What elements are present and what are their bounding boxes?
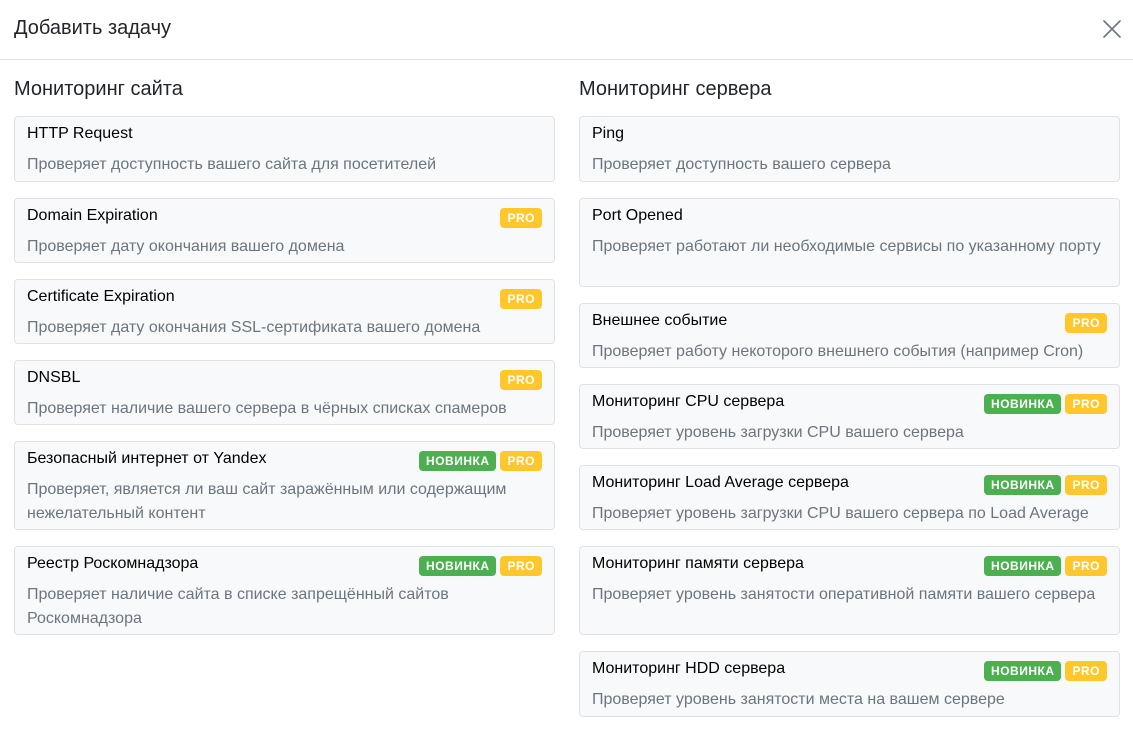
task-description: Проверяет работают ли необходимые сервис…	[592, 238, 1101, 255]
task-description: Проверяет дату окончания вашего домена	[27, 238, 345, 255]
badge-group: PRO	[500, 208, 542, 228]
new-badge: НОВИНКА	[419, 451, 497, 471]
badge-group: НОВИНКА PRO	[984, 661, 1107, 681]
task-card-cpu[interactable]: Мониторинг CPU сервера НОВИНКА PRO Прове…	[579, 384, 1120, 449]
task-title: DNSBL	[27, 369, 81, 386]
task-description: Проверяет наличие сайта в списке запрещё…	[27, 586, 449, 627]
task-description: Проверяет, является ли ваш сайт заражённ…	[27, 481, 507, 522]
modal-header: Добавить задачу	[0, 0, 1133, 60]
new-badge: НОВИНКА	[984, 475, 1062, 495]
task-description: Проверяет доступность вашего сайта для п…	[27, 156, 437, 173]
task-card-yandex-safe-browsing[interactable]: Безопасный интернет от Yandex НОВИНКА PR…	[14, 441, 555, 530]
new-badge: НОВИНКА	[984, 556, 1062, 576]
task-card-certificate-expiration[interactable]: Certificate Expiration PRO Проверяет дат…	[14, 279, 555, 344]
pro-badge: PRO	[1065, 313, 1107, 333]
task-card-external-event[interactable]: Внешнее событие PRO Проверяет работу нек…	[579, 303, 1120, 368]
task-title: Мониторинг HDD сервера	[592, 660, 786, 677]
section-title-site: Мониторинг сайта	[14, 78, 183, 100]
task-title: HTTP Request	[27, 125, 133, 142]
task-card-domain-expiration[interactable]: Domain Expiration PRO Проверяет дату око…	[14, 198, 555, 263]
pro-badge: PRO	[500, 451, 542, 471]
task-title: Мониторинг Load Average сервера	[592, 474, 849, 491]
badge-group: PRO	[500, 370, 542, 390]
task-description: Проверяет работу некоторого внешнего соб…	[592, 343, 1084, 360]
badge-group: НОВИНКА PRO	[984, 394, 1107, 414]
new-badge: НОВИНКА	[984, 661, 1062, 681]
modal-title: Добавить задачу	[14, 17, 172, 39]
close-icon[interactable]	[1101, 18, 1123, 40]
task-title: Безопасный интернет от Yandex	[27, 450, 267, 467]
badge-group: НОВИНКА PRO	[419, 451, 542, 471]
task-description: Проверяет доступность вашего сервера	[592, 156, 891, 173]
task-card-ping[interactable]: Ping Проверяет доступность вашего сервер…	[579, 116, 1120, 182]
new-badge: НОВИНКА	[984, 394, 1062, 414]
task-description: Проверяет уровень загрузки CPU вашего се…	[592, 424, 964, 441]
badge-group: НОВИНКА PRO	[419, 556, 542, 576]
task-title: Мониторинг CPU сервера	[592, 393, 785, 410]
task-title: Port Opened	[592, 207, 683, 224]
task-title: Внешнее событие	[592, 312, 728, 329]
task-description: Проверяет наличие вашего сервера в чёрны…	[27, 400, 507, 417]
pro-badge: PRO	[500, 289, 542, 309]
pro-badge: PRO	[1065, 394, 1107, 414]
task-title: Мониторинг памяти сервера	[592, 555, 804, 572]
new-badge: НОВИНКА	[419, 556, 497, 576]
task-description: Проверяет уровень занятости места на ваш…	[592, 691, 1005, 708]
section-title-server: Мониторинг сервера	[579, 78, 772, 100]
badge-group: НОВИНКА PRO	[984, 556, 1107, 576]
task-title: Ping	[592, 125, 625, 142]
pro-badge: PRO	[1065, 556, 1107, 576]
badge-group: PRO	[1065, 313, 1107, 333]
task-card-roskomnadzor[interactable]: Реестр Роскомнадзора НОВИНКА PRO Проверя…	[14, 546, 555, 635]
task-title: Certificate Expiration	[27, 288, 175, 305]
pro-badge: PRO	[1065, 475, 1107, 495]
task-description: Проверяет уровень загрузки CPU вашего се…	[592, 505, 1089, 522]
task-title: Реестр Роскомнадзора	[27, 555, 199, 572]
pro-badge: PRO	[1065, 661, 1107, 681]
task-description: Проверяет уровень занятости оперативной …	[592, 586, 1096, 603]
task-card-hdd[interactable]: Мониторинг HDD сервера НОВИНКА PRO Прове…	[579, 651, 1120, 717]
task-card-http-request[interactable]: HTTP Request Проверяет доступность вашег…	[14, 116, 555, 182]
task-card-memory[interactable]: Мониторинг памяти сервера НОВИНКА PRO Пр…	[579, 546, 1120, 635]
pro-badge: PRO	[500, 556, 542, 576]
task-title: Domain Expiration	[27, 207, 158, 224]
task-card-port-opened[interactable]: Port Opened Проверяет работают ли необхо…	[579, 198, 1120, 287]
task-description: Проверяет дату окончания SSL-сертификата…	[27, 319, 481, 336]
task-card-dnsbl[interactable]: DNSBL PRO Проверяет наличие вашего серве…	[14, 360, 555, 425]
badge-group: НОВИНКА PRO	[984, 475, 1107, 495]
task-card-load-average[interactable]: Мониторинг Load Average сервера НОВИНКА …	[579, 465, 1120, 530]
pro-badge: PRO	[500, 370, 542, 390]
badge-group: PRO	[500, 289, 542, 309]
pro-badge: PRO	[500, 208, 542, 228]
